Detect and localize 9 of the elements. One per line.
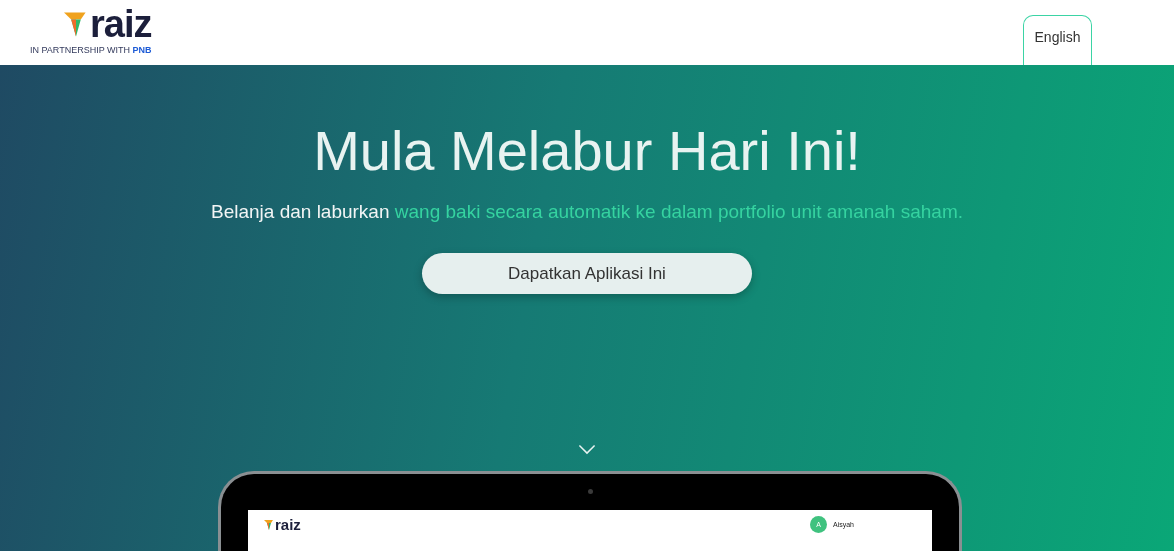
get-app-button[interactable]: Dapatkan Aplikasi Ini: [422, 253, 752, 295]
hero-subtitle: Belanja dan laburkan wang baki secara automatik ke dalam portfolio unit amanah saham.: [211, 201, 963, 223]
partner-tagline: IN PARTNERSHIP WITH PNB: [30, 45, 152, 55]
brand-logo[interactable]: raiz: [90, 6, 152, 42]
camera-icon: [587, 489, 593, 494]
app-logo: raiz: [275, 516, 301, 533]
language-button[interactable]: English: [1023, 15, 1092, 65]
logo-mark-icon: [264, 518, 274, 531]
hero-title: Mula Melabur Hari Ini!: [313, 118, 861, 184]
